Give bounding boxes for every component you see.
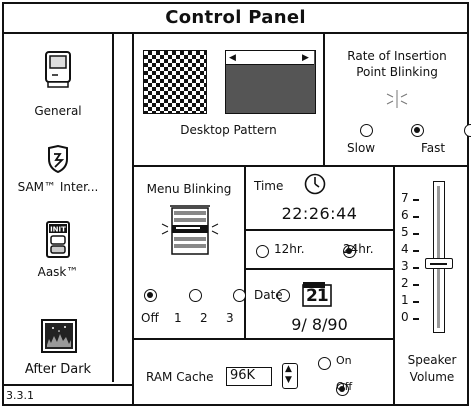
sidebar-scroll-divider: [112, 34, 114, 382]
ram-cache-size-field[interactable]: 96K: [226, 367, 272, 386]
version-label: 3.3.1: [6, 389, 34, 402]
format-12hr-label: 12hr.: [274, 242, 305, 256]
clock-icon: [304, 173, 326, 195]
sidebar-item-after-dark[interactable]: After Dark: [4, 316, 112, 382]
volume-tick: 1: [401, 293, 409, 307]
svg-text:INIT: INIT: [50, 226, 66, 234]
blinking-caret-icon: [383, 89, 411, 109]
menu-blink-off-radio[interactable]: [144, 289, 157, 302]
insertion-medium-radio[interactable]: [411, 124, 425, 137]
sidebar-item-label: General: [34, 104, 82, 118]
format-24hr-label: 24hr.: [343, 242, 374, 256]
pattern-editor[interactable]: [143, 50, 207, 114]
ram-cache-panel: RAM Cache 96K ▲ ▼ On Off: [134, 340, 393, 406]
time-value[interactable]: 22:26:44: [246, 204, 393, 223]
ram-cache-label: RAM Cache: [146, 370, 214, 384]
ram-cache-off-label: Off: [336, 380, 353, 393]
volume-slider-track[interactable]: [433, 181, 445, 333]
volume-tick: 5: [401, 225, 409, 239]
menu-blink-preview-icon: [160, 202, 220, 260]
sidebar-item-general[interactable]: General: [4, 46, 112, 121]
time-format-panel: 12hr. 24hr.: [246, 231, 393, 268]
pattern-next-arrow-icon[interactable]: ▶: [302, 53, 309, 63]
date-panel[interactable]: Date 21 9/ 8/90: [246, 270, 393, 338]
time-panel[interactable]: Time 22:26:44: [246, 167, 393, 229]
ram-cache-stepper[interactable]: ▲ ▼: [282, 363, 298, 389]
window-title: Control Panel: [165, 6, 306, 28]
volume-slider-thumb[interactable]: [425, 258, 453, 269]
menu-blink-off-label: Off: [141, 311, 159, 325]
date-label: Date: [254, 288, 283, 302]
speaker-volume-panel: 7 6 5 4 3 2 1 0 Speaker Volume: [395, 167, 469, 406]
insertion-fast-radio[interactable]: [464, 124, 471, 137]
pattern-preview-menubar: [226, 51, 314, 65]
volume-tick: 3: [401, 259, 409, 273]
time-label: Time: [254, 179, 284, 193]
version-divider: [2, 384, 133, 386]
volume-tick: 2: [401, 276, 409, 290]
sam-shield-icon: [44, 144, 72, 174]
volume-tick: 4: [401, 242, 409, 256]
calendar-day-text: 21: [306, 286, 329, 306]
volume-tick: 6: [401, 208, 409, 222]
menu-blinking-title: Menu Blinking: [146, 182, 232, 196]
volume-tick: 7: [401, 191, 409, 205]
menu-blink-3-label: 3: [226, 311, 234, 325]
sidebar-item-label: Aask™: [37, 265, 79, 279]
init-card-icon: INIT: [44, 221, 72, 259]
calendar-icon: 21: [302, 281, 332, 307]
stepper-up-arrow-icon[interactable]: ▲: [285, 364, 292, 375]
after-dark-screen-icon: [40, 318, 78, 354]
pattern-preview[interactable]: ◀ ▶: [225, 50, 316, 114]
sidebar[interactable]: General SAM™ Inter... INIT Aask™ After D…: [4, 36, 112, 382]
speaker-label-line1: Speaker: [407, 353, 457, 367]
menu-blink-1-radio[interactable]: [189, 289, 203, 302]
desktop-pattern-label: Desktop Pattern: [180, 123, 277, 137]
pattern-prev-arrow-icon[interactable]: ◀: [229, 53, 236, 63]
stepper-down-arrow-icon[interactable]: ▼: [285, 375, 292, 386]
window-title-bar[interactable]: Control Panel: [2, 2, 469, 34]
insertion-blink-panel: Rate of Insertion Point Blinking Slow Fa…: [325, 34, 471, 165]
speaker-label-line2: Volume: [409, 370, 455, 384]
insertion-slow-label: Slow: [347, 141, 376, 155]
volume-tick: 0: [401, 310, 409, 324]
sidebar-item-aask[interactable]: INIT Aask™: [4, 219, 112, 291]
sidebar-item-label: SAM™ Inter...: [17, 180, 99, 194]
insertion-slow-radio[interactable]: [360, 124, 373, 137]
ram-cache-on-radio[interactable]: [318, 357, 331, 370]
date-value[interactable]: 9/ 8/90: [246, 315, 393, 334]
insertion-title-line2: Point Blinking: [356, 65, 438, 79]
format-12hr-radio[interactable]: [256, 245, 269, 258]
menu-blink-2-label: 2: [200, 311, 208, 325]
sidebar-item-sam-intercept[interactable]: SAM™ Inter...: [4, 140, 112, 202]
ram-cache-value: 96K: [230, 368, 256, 383]
desktop-pattern-panel: ◀ ▶ Desktop Pattern: [134, 34, 323, 165]
menu-blink-1-label: 1: [174, 311, 182, 325]
insertion-fast-label: Fast: [421, 141, 446, 155]
ram-cache-on-label: On: [336, 354, 352, 367]
menu-blinking-panel: Menu Blinking Off 1 2 3: [134, 167, 291, 338]
general-mac-icon: [41, 50, 75, 90]
insertion-title-line1: Rate of Insertion: [347, 49, 447, 63]
sidebar-item-label: After Dark: [24, 362, 92, 377]
